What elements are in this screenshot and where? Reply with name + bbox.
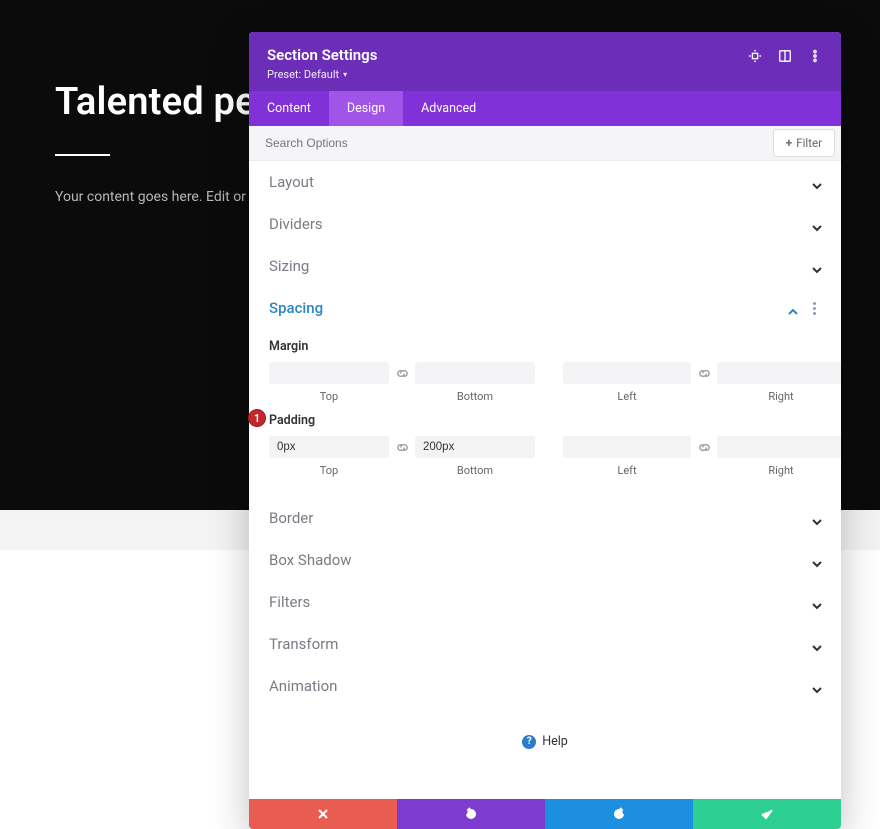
accordion-dividers[interactable]: Dividers <box>249 203 841 245</box>
accordion-border[interactable]: Border <box>249 497 841 539</box>
preset-dropdown[interactable]: Preset: Default ▾ <box>267 68 377 81</box>
spacing-panel: Margin Top Bottom <box>249 339 841 497</box>
chevron-down-icon <box>811 219 821 229</box>
help-label: Help <box>542 734 568 749</box>
padding-top-input[interactable] <box>269 436 389 458</box>
margin-bottom-input[interactable] <box>415 362 535 384</box>
link-icon[interactable] <box>697 440 711 454</box>
accordion-transform[interactable]: Transform <box>249 623 841 665</box>
accordion-spacing[interactable]: Spacing <box>249 287 841 329</box>
padding-row: Top Bottom Left Right <box>269 436 821 477</box>
accordion-filters[interactable]: Filters <box>249 581 841 623</box>
margin-right-input[interactable] <box>717 362 841 384</box>
tab-design[interactable]: Design <box>329 91 403 126</box>
accordion-label: Layout <box>269 173 314 191</box>
chevron-down-icon <box>811 555 821 565</box>
side-left-label: Left <box>563 464 691 477</box>
chevron-down-icon <box>811 177 821 187</box>
kebab-menu-icon[interactable] <box>807 48 823 64</box>
chevron-down-icon <box>811 261 821 271</box>
redo-button[interactable] <box>545 799 693 829</box>
margin-row: Top Bottom Left Right <box>269 362 821 403</box>
caret-down-icon: ▾ <box>343 70 347 79</box>
margin-left-input[interactable] <box>563 362 691 384</box>
filter-button[interactable]: + Filter <box>773 129 835 157</box>
accordion-sizing[interactable]: Sizing <box>249 245 841 287</box>
chevron-up-icon <box>787 303 797 313</box>
modal-footer <box>249 799 841 829</box>
accordion-label: Animation <box>269 677 337 695</box>
padding-bottom-input[interactable] <box>415 436 535 458</box>
hero-divider <box>55 154 110 156</box>
modal-title: Section Settings <box>267 46 377 64</box>
snap-icon[interactable] <box>747 48 763 64</box>
side-left-label: Left <box>563 390 691 403</box>
padding-label: Padding <box>269 413 821 428</box>
link-icon[interactable] <box>697 366 711 380</box>
side-right-label: Right <box>717 464 841 477</box>
modal-header: Section Settings Preset: Default ▾ <box>249 32 841 91</box>
discard-button[interactable] <box>249 799 397 829</box>
side-top-label: Top <box>269 390 389 403</box>
accordion-label: Box Shadow <box>269 551 352 569</box>
accordion-label: Spacing <box>269 299 323 317</box>
callout-badge-1: 1 <box>248 409 266 427</box>
plus-icon: + <box>786 136 793 150</box>
search-input[interactable] <box>249 126 773 160</box>
section-settings-modal: Section Settings Preset: Default ▾ Conte… <box>249 32 841 829</box>
margin-top-input[interactable] <box>269 362 389 384</box>
preset-label: Preset: Default <box>267 68 339 81</box>
save-button[interactable] <box>693 799 841 829</box>
padding-left-input[interactable] <box>563 436 691 458</box>
chevron-down-icon <box>811 513 821 523</box>
link-icon[interactable] <box>395 440 409 454</box>
link-icon[interactable] <box>395 366 409 380</box>
accordion-animation[interactable]: Animation <box>249 665 841 707</box>
tab-advanced[interactable]: Advanced <box>403 91 494 126</box>
side-bottom-label: Bottom <box>415 464 535 477</box>
margin-label: Margin <box>269 339 821 354</box>
undo-button[interactable] <box>397 799 545 829</box>
options-search-row: + Filter <box>249 126 841 161</box>
accordion-layout[interactable]: Layout <box>249 161 841 203</box>
accordion-label: Dividers <box>269 215 323 233</box>
side-top-label: Top <box>269 464 389 477</box>
accordion-label: Border <box>269 509 313 527</box>
filter-label: Filter <box>796 136 822 150</box>
accordion-label: Sizing <box>269 257 309 275</box>
help-icon: ? <box>522 735 536 749</box>
chevron-down-icon <box>811 639 821 649</box>
accordion-list: Layout Dividers Sizing Spacing Margin <box>249 161 841 799</box>
accordion-box-shadow[interactable]: Box Shadow <box>249 539 841 581</box>
accordion-label: Transform <box>269 635 338 653</box>
help-row: ? Help <box>249 707 841 799</box>
side-bottom-label: Bottom <box>415 390 535 403</box>
tab-content[interactable]: Content <box>249 91 329 126</box>
spacing-kebab-icon[interactable] <box>807 302 821 315</box>
help-link[interactable]: ? Help <box>522 734 568 749</box>
responsive-icon[interactable] <box>777 48 793 64</box>
side-right-label: Right <box>717 390 841 403</box>
padding-right-input[interactable] <box>717 436 841 458</box>
chevron-down-icon <box>811 597 821 607</box>
settings-tabs: Content Design Advanced <box>249 91 841 126</box>
accordion-label: Filters <box>269 593 310 611</box>
chevron-down-icon <box>811 681 821 691</box>
